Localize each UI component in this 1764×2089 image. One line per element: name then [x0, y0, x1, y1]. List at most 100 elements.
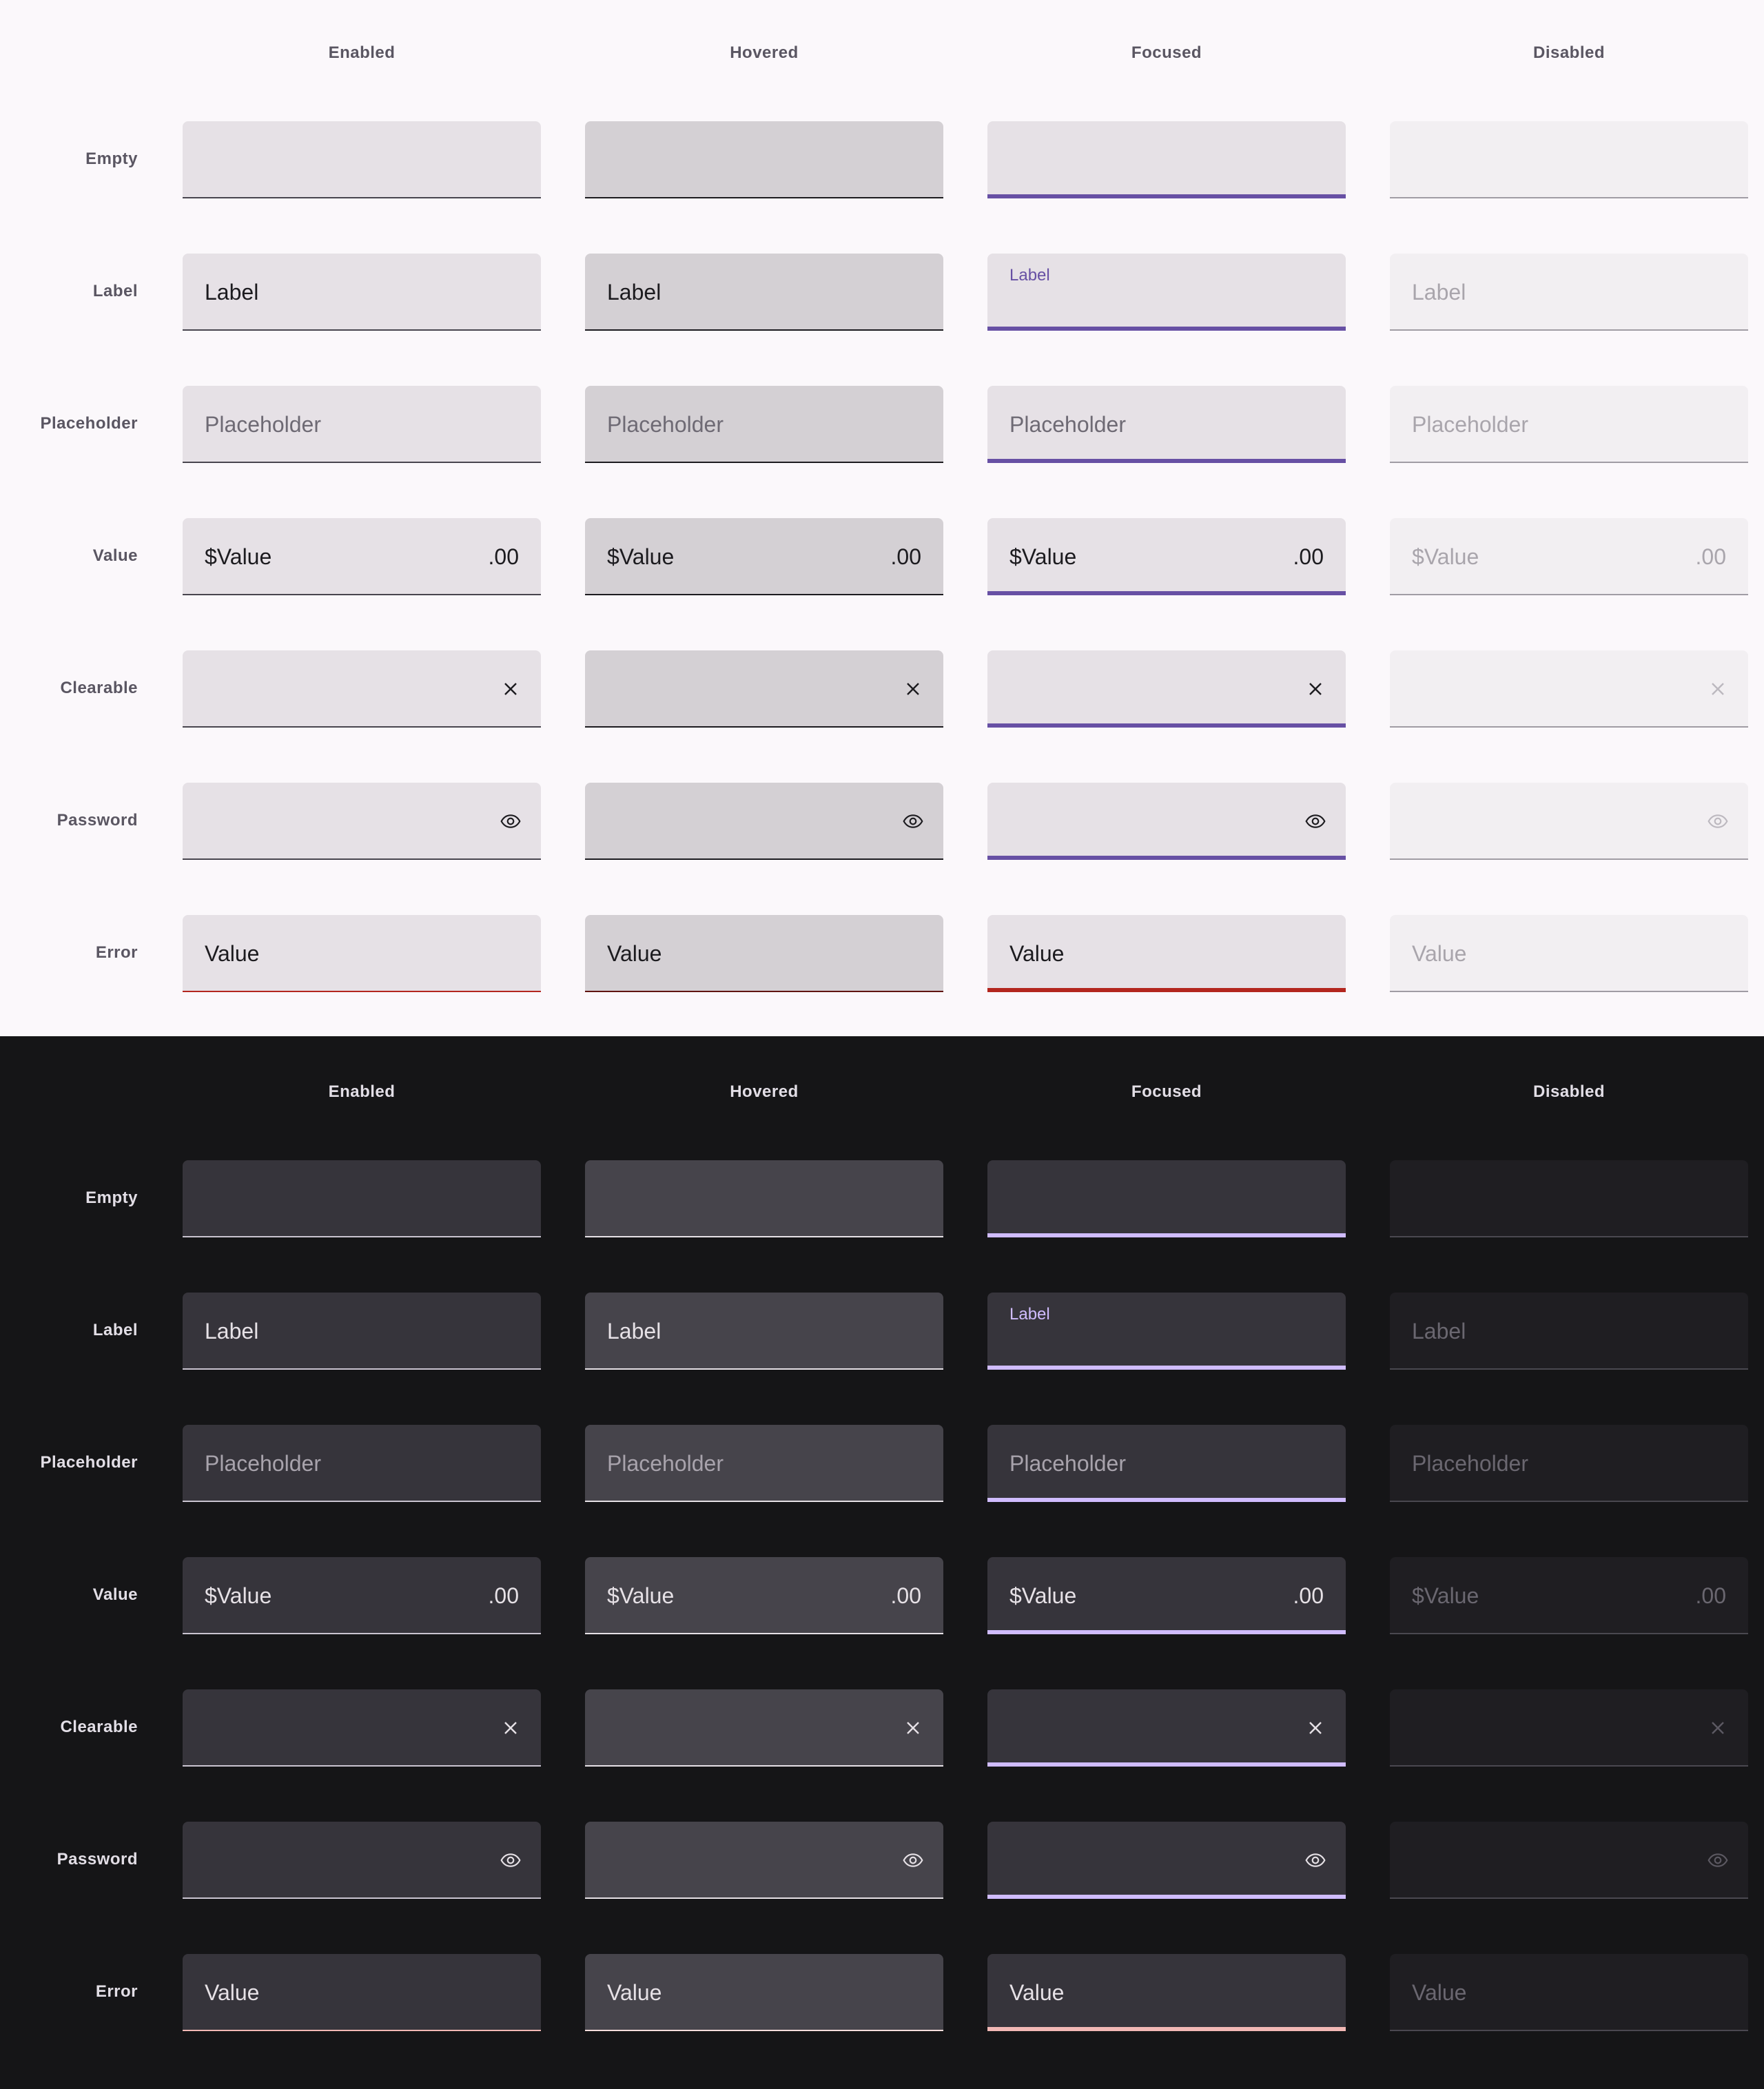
eye-icon[interactable]	[500, 1849, 522, 1871]
column-header-hovered: Hovered	[730, 43, 799, 62]
text-field-value-focused[interactable]: $Value .00	[987, 1557, 1346, 1634]
close-icon[interactable]	[500, 678, 522, 700]
value-text: Value	[205, 941, 260, 966]
value-text: Value	[619, 544, 675, 569]
text-field-empty-disabled	[1390, 121, 1748, 198]
text-field-error-enabled[interactable]: Value	[183, 915, 541, 992]
row-label-password: Password	[57, 1850, 138, 1869]
text-field-value-focused[interactable]: $Value .00	[987, 518, 1346, 595]
text-field-label-enabled[interactable]: Label	[183, 254, 541, 331]
value-text: Value	[1009, 941, 1065, 966]
floating-label: Label	[1009, 266, 1050, 285]
text-field-error-focused[interactable]: Value	[987, 1954, 1346, 2031]
placeholder-text: Placeholder	[1009, 412, 1126, 437]
field-label: Label	[205, 1319, 259, 1344]
text-field-empty-enabled[interactable]	[183, 1160, 541, 1237]
text-field-error-enabled[interactable]: Value	[183, 1954, 541, 2031]
row-label-label: Label	[92, 282, 138, 300]
text-field-placeholder-disabled: Placeholder	[1390, 1425, 1748, 1502]
eye-icon[interactable]	[1304, 810, 1326, 832]
text-field-value-disabled: $Value .00	[1390, 518, 1748, 595]
value-text: Value	[1021, 544, 1077, 569]
text-field-password-hovered[interactable]	[585, 1822, 943, 1899]
close-icon[interactable]	[902, 1717, 924, 1739]
text-field-clearable-enabled[interactable]	[183, 1689, 541, 1767]
prefix-text: $	[205, 544, 217, 569]
text-field-empty-hovered[interactable]	[585, 1160, 943, 1237]
eye-icon[interactable]	[902, 810, 924, 832]
text-field-clearable-disabled	[1390, 1689, 1748, 1767]
field-label: Label	[1412, 1319, 1466, 1344]
text-field-label-focused[interactable]: Label	[987, 254, 1346, 331]
text-field-password-enabled[interactable]	[183, 1822, 541, 1899]
column-header-hovered: Hovered	[730, 1082, 799, 1101]
text-field-placeholder-focused[interactable]: Placeholder	[987, 1425, 1346, 1502]
text-field-clearable-hovered[interactable]	[585, 1689, 943, 1767]
close-icon[interactable]	[500, 1717, 522, 1739]
text-field-placeholder-enabled[interactable]: Placeholder	[183, 386, 541, 463]
close-icon[interactable]	[902, 678, 924, 700]
text-field-label-hovered[interactable]: Label	[585, 254, 943, 331]
close-icon[interactable]	[1304, 678, 1326, 700]
text-field-clearable-enabled[interactable]	[183, 650, 541, 728]
text-field-placeholder-enabled[interactable]: Placeholder	[183, 1425, 541, 1502]
column-header-disabled: Disabled	[1532, 1082, 1606, 1101]
eye-icon[interactable]	[1304, 1849, 1326, 1871]
close-icon	[1707, 678, 1729, 700]
prefix-text: $	[205, 1583, 217, 1608]
text-field-label-disabled: Label	[1390, 1293, 1748, 1370]
text-field-value-hovered[interactable]: $Value .00	[585, 1557, 943, 1634]
placeholder-text: Placeholder	[607, 412, 724, 437]
text-field-empty-focused[interactable]	[987, 121, 1346, 198]
prefix-text: $	[607, 544, 619, 569]
text-field-label-focused[interactable]: Label	[987, 1293, 1346, 1370]
text-field-value-enabled[interactable]: $Value .00	[183, 1557, 541, 1634]
text-field-placeholder-hovered[interactable]: Placeholder	[585, 386, 943, 463]
text-field-placeholder-hovered[interactable]: Placeholder	[585, 1425, 943, 1502]
suffix-text: .00	[488, 1583, 519, 1608]
row-label-value: Value	[92, 1585, 138, 1604]
placeholder-text: Placeholder	[1412, 412, 1528, 437]
column-header-enabled: Enabled	[328, 43, 396, 62]
field-label: Label	[205, 280, 259, 305]
suffix-text: .00	[890, 544, 921, 569]
placeholder-text: Placeholder	[1412, 1451, 1528, 1476]
value-text: Value	[1424, 544, 1479, 569]
text-field-password-focused[interactable]	[987, 783, 1346, 860]
text-field-clearable-focused[interactable]	[987, 650, 1346, 728]
text-field-password-focused[interactable]	[987, 1822, 1346, 1899]
text-field-empty-enabled[interactable]	[183, 121, 541, 198]
eye-icon	[1707, 1849, 1729, 1871]
placeholder-text: Placeholder	[1009, 1451, 1126, 1476]
prefix-text: $	[1009, 544, 1022, 569]
row-label-value: Value	[92, 546, 138, 565]
placeholder-text: Placeholder	[205, 1451, 321, 1476]
row-label-empty: Empty	[85, 150, 138, 168]
text-field-error-focused[interactable]: Value	[987, 915, 1346, 992]
text-field-password-enabled[interactable]	[183, 783, 541, 860]
text-field-password-hovered[interactable]	[585, 783, 943, 860]
text-field-empty-focused[interactable]	[987, 1160, 1346, 1237]
text-field-clearable-disabled	[1390, 650, 1748, 728]
text-field-label-enabled[interactable]: Label	[183, 1293, 541, 1370]
value-text: Value	[607, 941, 662, 966]
text-field-value-enabled[interactable]: $Value .00	[183, 518, 541, 595]
value-text: Value	[619, 1583, 675, 1608]
row-label-error: Error	[95, 1982, 138, 2001]
text-field-password-disabled	[1390, 1822, 1748, 1899]
close-icon[interactable]	[1304, 1717, 1326, 1739]
text-field-error-hovered[interactable]: Value	[585, 1954, 943, 2031]
eye-icon[interactable]	[902, 1849, 924, 1871]
text-field-label-hovered[interactable]: Label	[585, 1293, 943, 1370]
light-theme-section: Enabled Hovered Focused Disabled Empty L…	[0, 0, 1764, 1036]
text-field-clearable-focused[interactable]	[987, 1689, 1346, 1767]
text-field-password-disabled	[1390, 783, 1748, 860]
text-field-clearable-hovered[interactable]	[585, 650, 943, 728]
prefix-text: $	[607, 1583, 619, 1608]
text-field-error-hovered[interactable]: Value	[585, 915, 943, 992]
text-field-value-hovered[interactable]: $Value .00	[585, 518, 943, 595]
suffix-text: .00	[890, 1583, 921, 1608]
eye-icon[interactable]	[500, 810, 522, 832]
text-field-empty-hovered[interactable]	[585, 121, 943, 198]
text-field-placeholder-focused[interactable]: Placeholder	[987, 386, 1346, 463]
